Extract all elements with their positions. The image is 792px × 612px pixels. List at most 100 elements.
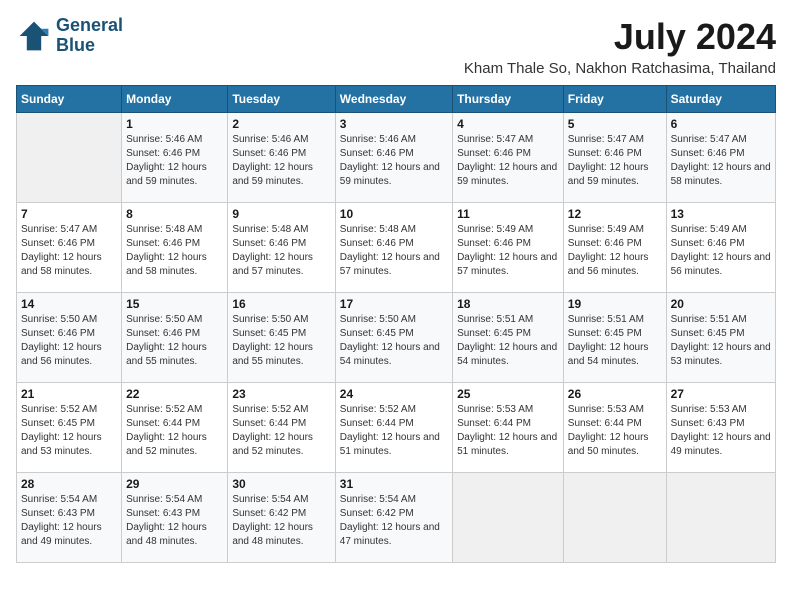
- day-cell: 12 Sunrise: 5:49 AMSunset: 6:46 PMDaylig…: [563, 203, 666, 293]
- day-detail: Sunrise: 5:49 AMSunset: 6:46 PMDaylight:…: [671, 224, 771, 277]
- day-detail: Sunrise: 5:47 AMSunset: 6:46 PMDaylight:…: [568, 134, 649, 187]
- logo-text: General Blue: [56, 16, 123, 56]
- header-row: SundayMondayTuesdayWednesdayThursdayFrid…: [17, 86, 776, 113]
- day-number: 16: [232, 297, 330, 311]
- day-number: 14: [21, 297, 117, 311]
- subtitle: Kham Thale So, Nakhon Ratchasima, Thaila…: [464, 60, 776, 77]
- header-cell-monday: Monday: [122, 86, 228, 113]
- week-row-5: 28 Sunrise: 5:54 AMSunset: 6:43 PMDaylig…: [17, 473, 776, 563]
- day-detail: Sunrise: 5:47 AMSunset: 6:46 PMDaylight:…: [21, 224, 102, 277]
- day-detail: Sunrise: 5:53 AMSunset: 6:43 PMDaylight:…: [671, 404, 771, 457]
- day-cell: 19 Sunrise: 5:51 AMSunset: 6:45 PMDaylig…: [563, 293, 666, 383]
- header-cell-wednesday: Wednesday: [335, 86, 452, 113]
- day-number: 31: [340, 477, 448, 491]
- day-number: 10: [340, 207, 448, 221]
- day-number: 6: [671, 117, 771, 131]
- day-detail: Sunrise: 5:54 AMSunset: 6:42 PMDaylight:…: [340, 494, 440, 547]
- day-number: 15: [126, 297, 223, 311]
- day-number: 5: [568, 117, 662, 131]
- week-row-3: 14 Sunrise: 5:50 AMSunset: 6:46 PMDaylig…: [17, 293, 776, 383]
- day-cell: 20 Sunrise: 5:51 AMSunset: 6:45 PMDaylig…: [666, 293, 775, 383]
- day-detail: Sunrise: 5:47 AMSunset: 6:46 PMDaylight:…: [671, 134, 771, 187]
- day-detail: Sunrise: 5:52 AMSunset: 6:45 PMDaylight:…: [21, 404, 102, 457]
- day-number: 17: [340, 297, 448, 311]
- day-detail: Sunrise: 5:54 AMSunset: 6:43 PMDaylight:…: [126, 494, 207, 547]
- title-area: July 2024 Kham Thale So, Nakhon Ratchasi…: [464, 16, 776, 77]
- day-detail: Sunrise: 5:48 AMSunset: 6:46 PMDaylight:…: [232, 224, 313, 277]
- day-cell: 7 Sunrise: 5:47 AMSunset: 6:46 PMDayligh…: [17, 203, 122, 293]
- day-detail: Sunrise: 5:51 AMSunset: 6:45 PMDaylight:…: [671, 314, 771, 367]
- day-detail: Sunrise: 5:49 AMSunset: 6:46 PMDaylight:…: [457, 224, 557, 277]
- day-cell: 17 Sunrise: 5:50 AMSunset: 6:45 PMDaylig…: [335, 293, 452, 383]
- day-number: 13: [671, 207, 771, 221]
- day-detail: Sunrise: 5:48 AMSunset: 6:46 PMDaylight:…: [340, 224, 440, 277]
- day-number: 30: [232, 477, 330, 491]
- day-number: 1: [126, 117, 223, 131]
- main-title: July 2024: [464, 16, 776, 58]
- day-number: 4: [457, 117, 559, 131]
- day-detail: Sunrise: 5:47 AMSunset: 6:46 PMDaylight:…: [457, 134, 557, 187]
- week-row-2: 7 Sunrise: 5:47 AMSunset: 6:46 PMDayligh…: [17, 203, 776, 293]
- day-detail: Sunrise: 5:51 AMSunset: 6:45 PMDaylight:…: [568, 314, 649, 367]
- day-cell: 21 Sunrise: 5:52 AMSunset: 6:45 PMDaylig…: [17, 383, 122, 473]
- day-cell: [563, 473, 666, 563]
- day-detail: Sunrise: 5:46 AMSunset: 6:46 PMDaylight:…: [126, 134, 207, 187]
- day-number: 7: [21, 207, 117, 221]
- calendar-table: SundayMondayTuesdayWednesdayThursdayFrid…: [16, 85, 776, 563]
- day-cell: 24 Sunrise: 5:52 AMSunset: 6:44 PMDaylig…: [335, 383, 452, 473]
- day-number: 23: [232, 387, 330, 401]
- header-cell-sunday: Sunday: [17, 86, 122, 113]
- day-cell: 4 Sunrise: 5:47 AMSunset: 6:46 PMDayligh…: [453, 113, 564, 203]
- day-detail: Sunrise: 5:50 AMSunset: 6:46 PMDaylight:…: [126, 314, 207, 367]
- day-number: 8: [126, 207, 223, 221]
- day-detail: Sunrise: 5:50 AMSunset: 6:45 PMDaylight:…: [232, 314, 313, 367]
- day-cell: 18 Sunrise: 5:51 AMSunset: 6:45 PMDaylig…: [453, 293, 564, 383]
- day-cell: 8 Sunrise: 5:48 AMSunset: 6:46 PMDayligh…: [122, 203, 228, 293]
- day-number: 9: [232, 207, 330, 221]
- logo: General Blue: [16, 16, 123, 56]
- day-number: 24: [340, 387, 448, 401]
- day-cell: 28 Sunrise: 5:54 AMSunset: 6:43 PMDaylig…: [17, 473, 122, 563]
- day-cell: 5 Sunrise: 5:47 AMSunset: 6:46 PMDayligh…: [563, 113, 666, 203]
- day-cell: 15 Sunrise: 5:50 AMSunset: 6:46 PMDaylig…: [122, 293, 228, 383]
- day-detail: Sunrise: 5:52 AMSunset: 6:44 PMDaylight:…: [126, 404, 207, 457]
- day-cell: 31 Sunrise: 5:54 AMSunset: 6:42 PMDaylig…: [335, 473, 452, 563]
- logo-line2: Blue: [56, 36, 123, 56]
- week-row-1: 1 Sunrise: 5:46 AMSunset: 6:46 PMDayligh…: [17, 113, 776, 203]
- day-detail: Sunrise: 5:46 AMSunset: 6:46 PMDaylight:…: [232, 134, 313, 187]
- day-cell: 30 Sunrise: 5:54 AMSunset: 6:42 PMDaylig…: [228, 473, 335, 563]
- day-cell: [666, 473, 775, 563]
- day-cell: [17, 113, 122, 203]
- day-number: 2: [232, 117, 330, 131]
- day-number: 25: [457, 387, 559, 401]
- header-cell-saturday: Saturday: [666, 86, 775, 113]
- day-number: 29: [126, 477, 223, 491]
- day-detail: Sunrise: 5:46 AMSunset: 6:46 PMDaylight:…: [340, 134, 440, 187]
- day-cell: 1 Sunrise: 5:46 AMSunset: 6:46 PMDayligh…: [122, 113, 228, 203]
- header-cell-tuesday: Tuesday: [228, 86, 335, 113]
- day-number: 20: [671, 297, 771, 311]
- header-cell-thursday: Thursday: [453, 86, 564, 113]
- day-detail: Sunrise: 5:53 AMSunset: 6:44 PMDaylight:…: [457, 404, 557, 457]
- day-cell: 13 Sunrise: 5:49 AMSunset: 6:46 PMDaylig…: [666, 203, 775, 293]
- day-cell: 23 Sunrise: 5:52 AMSunset: 6:44 PMDaylig…: [228, 383, 335, 473]
- day-number: 26: [568, 387, 662, 401]
- day-cell: 11 Sunrise: 5:49 AMSunset: 6:46 PMDaylig…: [453, 203, 564, 293]
- logo-icon: [16, 18, 52, 54]
- day-number: 28: [21, 477, 117, 491]
- day-number: 22: [126, 387, 223, 401]
- day-number: 18: [457, 297, 559, 311]
- day-number: 21: [21, 387, 117, 401]
- day-detail: Sunrise: 5:54 AMSunset: 6:42 PMDaylight:…: [232, 494, 313, 547]
- logo-line1: General: [56, 16, 123, 36]
- day-number: 12: [568, 207, 662, 221]
- day-cell: 16 Sunrise: 5:50 AMSunset: 6:45 PMDaylig…: [228, 293, 335, 383]
- day-number: 11: [457, 207, 559, 221]
- day-cell: 10 Sunrise: 5:48 AMSunset: 6:46 PMDaylig…: [335, 203, 452, 293]
- day-detail: Sunrise: 5:50 AMSunset: 6:46 PMDaylight:…: [21, 314, 102, 367]
- week-row-4: 21 Sunrise: 5:52 AMSunset: 6:45 PMDaylig…: [17, 383, 776, 473]
- day-detail: Sunrise: 5:49 AMSunset: 6:46 PMDaylight:…: [568, 224, 649, 277]
- day-detail: Sunrise: 5:52 AMSunset: 6:44 PMDaylight:…: [340, 404, 440, 457]
- day-detail: Sunrise: 5:53 AMSunset: 6:44 PMDaylight:…: [568, 404, 649, 457]
- day-number: 27: [671, 387, 771, 401]
